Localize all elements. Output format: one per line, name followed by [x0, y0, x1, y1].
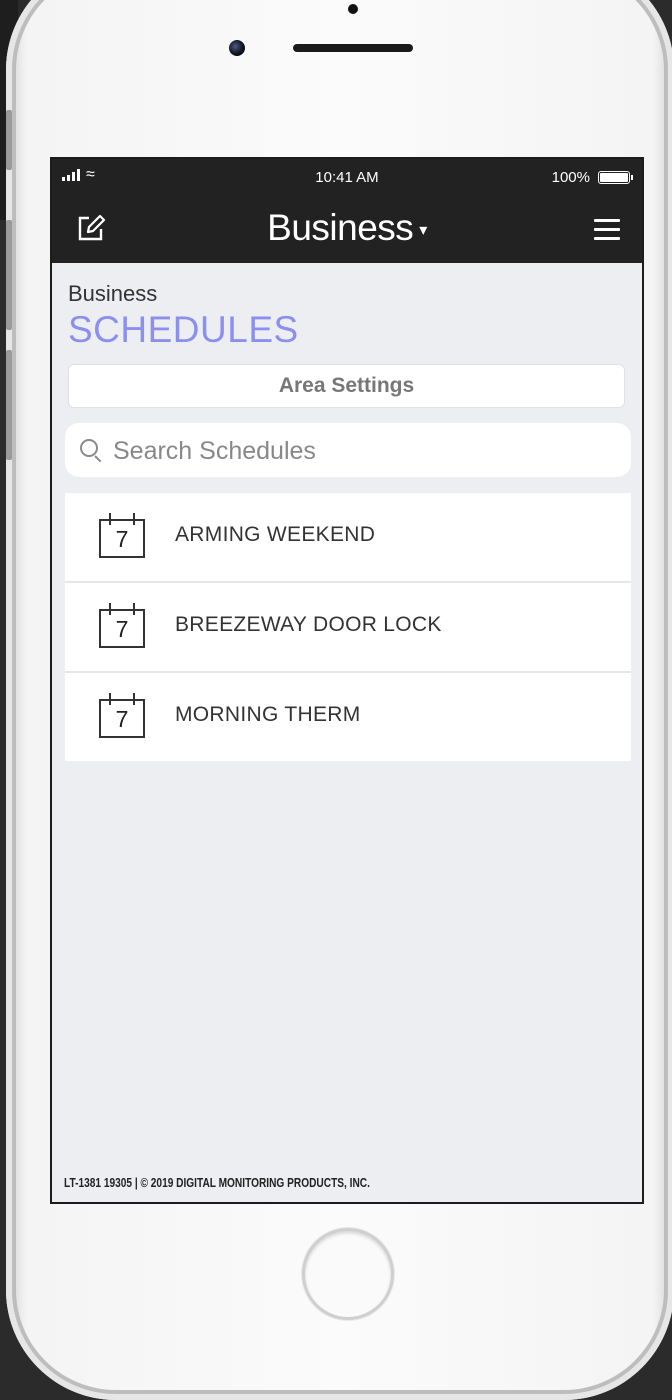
nav-title: Business: [267, 207, 414, 248]
earpiece-speaker: [293, 44, 413, 52]
schedule-list: 7 ARMING WEEKEND 7 BREEZEWAY DOOR LOCK 7…: [65, 493, 631, 761]
list-item[interactable]: 7 BREEZEWAY DOOR LOCK: [65, 583, 631, 673]
proximity-sensor: [348, 4, 358, 14]
copyright-footer: LT-1381 19305 | © 2019 DIGITAL MONITORIN…: [64, 1175, 370, 1190]
volume-down-button: [6, 350, 12, 460]
list-item[interactable]: 7 MORNING THERM: [65, 673, 631, 761]
mute-switch: [6, 110, 12, 170]
list-item[interactable]: 7 ARMING WEEKEND: [65, 493, 631, 583]
nav-bar: Business ▾: [52, 197, 642, 263]
status-bar: ≈ 10:41 AM 100%: [52, 159, 642, 197]
calendar-day: 7: [115, 706, 129, 732]
chevron-down-icon: ▾: [419, 222, 427, 240]
home-button[interactable]: [302, 1228, 394, 1320]
page-eyebrow: Business: [68, 281, 158, 306]
calendar-day: 7: [115, 526, 129, 552]
search-bar: [65, 423, 631, 477]
calendar-icon: 7: [99, 693, 147, 738]
schedule-name: BREEZEWAY DOOR LOCK: [175, 613, 442, 636]
front-camera: [229, 40, 245, 56]
schedule-name: ARMING WEEKEND: [175, 523, 376, 546]
nav-title-dropdown[interactable]: Business ▾: [52, 207, 642, 249]
search-icon: [80, 439, 98, 457]
calendar-icon: 7: [99, 513, 147, 558]
volume-up-button: [6, 220, 12, 330]
menu-icon[interactable]: [594, 219, 620, 246]
battery-percent: 100%: [551, 169, 590, 186]
area-settings-button[interactable]: Area Settings: [68, 364, 625, 408]
search-input[interactable]: [111, 431, 615, 471]
calendar-icon: 7: [99, 603, 147, 648]
page-title: SCHEDULES: [68, 309, 299, 350]
schedule-name: MORNING THERM: [175, 703, 361, 726]
calendar-day: 7: [115, 616, 129, 642]
phone-screen: ≈ 10:41 AM 100% Business ▾ Business SCHED…: [50, 157, 644, 1204]
battery-icon: [598, 171, 633, 184]
